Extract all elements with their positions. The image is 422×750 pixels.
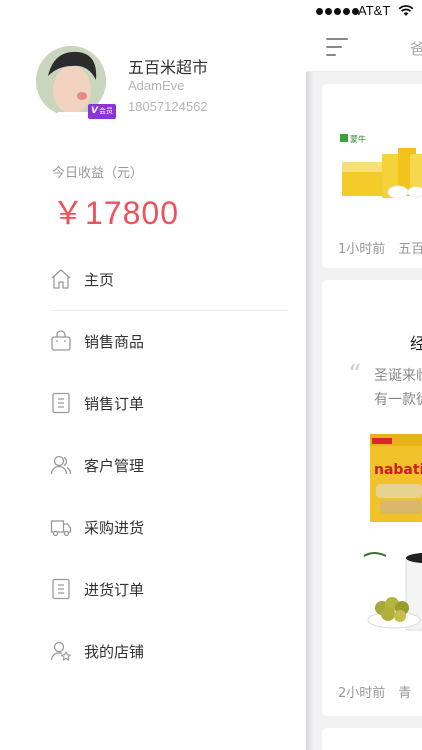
menu-item-label: 我的店铺 <box>84 643 145 661</box>
side-drawer: V会员 五百米超市 AdamEve 18057124562 今日收益（元） ￥1… <box>0 0 306 750</box>
my-store-icon <box>50 641 71 661</box>
truck-icon <box>50 520 72 537</box>
screen: AT&T 爸 蒙牛 1小时前 五百 经 “ 圣诞来 有一款 nabati 2小时… <box>0 0 422 750</box>
purchase-order-icon <box>52 578 70 600</box>
menu-item-customer-management[interactable]: 客户管理 <box>0 434 306 494</box>
menu-item-label: 主页 <box>84 271 115 289</box>
home-icon <box>51 269 71 289</box>
menu-item-label: 销售订单 <box>84 395 145 413</box>
wifi-icon <box>398 5 414 16</box>
menu-item-purchase-orders[interactable]: 进货订单 <box>0 558 306 618</box>
menu-item-label: 客户管理 <box>84 457 145 475</box>
menu-item-label: 进货订单 <box>84 581 145 599</box>
milk-product-image: 蒙牛 <box>340 134 422 199</box>
carrier-label: AT&T <box>358 3 391 18</box>
card-excerpt: 圣诞来临 有一款徒 <box>374 368 422 408</box>
menu-item-my-store[interactable]: 我的店铺 <box>0 620 306 680</box>
today-income-label: 今日收益（元） <box>52 166 144 181</box>
brand-logo-text: 蒙牛 <box>350 134 366 144</box>
wafer-product-image: nabati <box>370 434 422 522</box>
card-meta: 1小时前 五百 <box>338 242 422 257</box>
order-list-icon <box>52 392 70 414</box>
product-brand-text: nabati <box>374 462 422 478</box>
user-name: AdamEve <box>128 78 185 93</box>
signal-strength-icon <box>316 8 359 15</box>
feed-card[interactable] <box>322 728 422 750</box>
card-title: 经 <box>410 334 422 353</box>
menu-item-home[interactable]: 主页 <box>0 248 306 311</box>
main-page[interactable]: AT&T 爸 蒙牛 1小时前 五百 经 “ 圣诞来 有一款 nabati 2小时… <box>306 0 422 750</box>
status-bar: AT&T <box>306 0 422 26</box>
store-name: 五百米超市 <box>128 58 209 77</box>
quote-icon: “ <box>348 360 362 390</box>
today-income-value: ￥17800 <box>52 195 179 231</box>
vip-badge: V会员 <box>88 104 116 119</box>
drawer-shadow <box>306 0 314 750</box>
menu-item-sales-products[interactable]: 销售商品 <box>0 310 306 370</box>
shopping-bag-icon <box>51 330 71 351</box>
menu-item-purchase[interactable]: 采购进货 <box>0 496 306 556</box>
card-meta: 2小时前 青 <box>338 686 412 701</box>
phone-number: 18057124562 <box>128 99 208 114</box>
customers-icon <box>50 455 72 475</box>
menu-item-sales-orders[interactable]: 销售订单 <box>0 372 306 432</box>
nav-title: 爸 <box>410 40 422 58</box>
nav-bar: 爸 <box>306 26 422 72</box>
feed-card[interactable]: 经 “ 圣诞来临 有一款徒 nabati <box>322 280 422 716</box>
feed-card[interactable]: 蒙牛 1小时前 五百 <box>322 84 422 268</box>
menu-item-label: 采购进货 <box>84 519 145 537</box>
menu-item-label: 销售商品 <box>84 333 145 351</box>
hamburger-menu-icon[interactable] <box>326 38 348 58</box>
snack-jar-image <box>363 552 422 631</box>
